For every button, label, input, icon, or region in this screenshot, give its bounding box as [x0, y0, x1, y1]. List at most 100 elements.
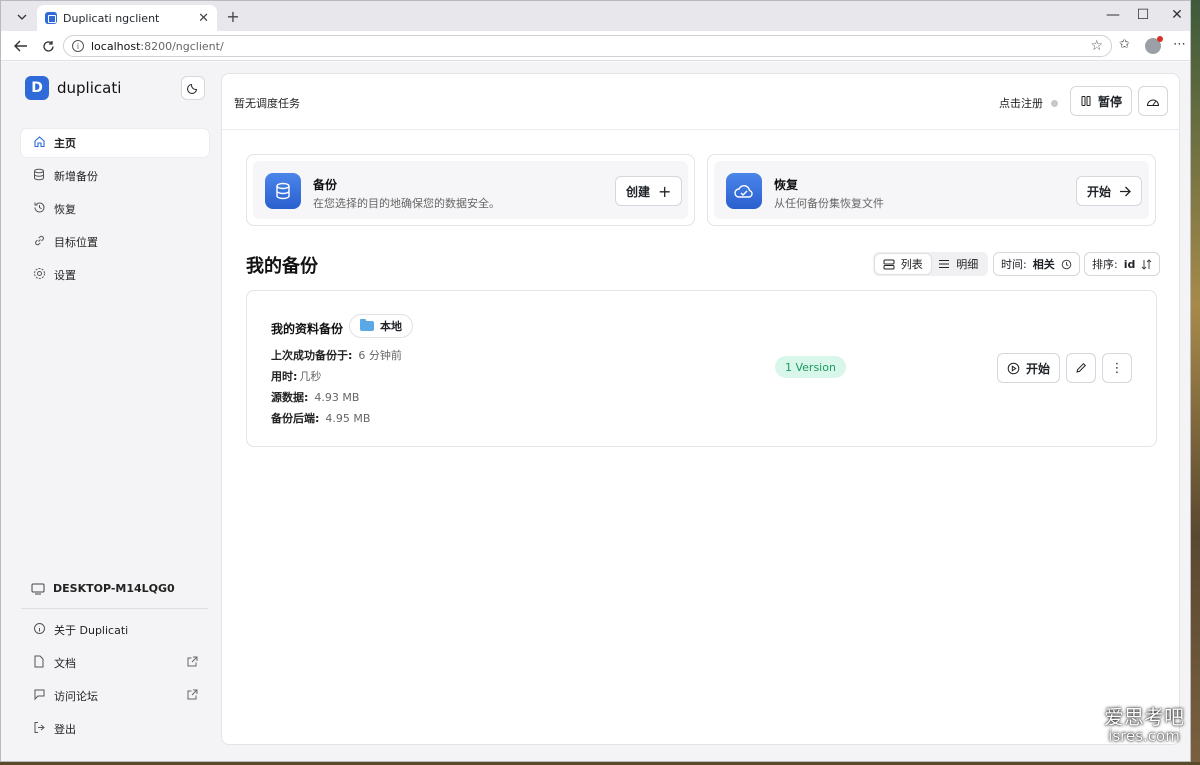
- main-panel: 暂无调度任务 点击注册 暂停 备份 在您选择的目的地确保您的数据安全。 创建 +…: [221, 73, 1180, 745]
- restore-card-body: 恢复 从任何备份集恢复文件 开始: [714, 161, 1149, 219]
- backup-card-title: 备份: [313, 178, 338, 192]
- reload-button[interactable]: [39, 37, 57, 55]
- sidebar-divider: [21, 608, 208, 609]
- moon-icon: [187, 83, 198, 94]
- version-badge: 1 Version: [775, 356, 846, 378]
- last-success-row: 上次成功备份于: 6 分钟前: [271, 347, 402, 363]
- nav-item-label: 访问论坛: [54, 690, 98, 703]
- create-label: 创建: [626, 184, 651, 199]
- nav-item-home[interactable]: 主页: [21, 129, 209, 157]
- nav-item-label: 恢复: [54, 203, 76, 216]
- run-label: 开始: [1025, 361, 1050, 376]
- tab-title: Duplicati ngclient: [63, 11, 160, 25]
- more-menu-icon[interactable]: ⋯: [1173, 37, 1186, 52]
- theme-toggle-button[interactable]: [181, 76, 205, 100]
- nav-item-label: 主页: [54, 137, 76, 150]
- gauge-icon: [1146, 99, 1160, 106]
- nav-item-restore[interactable]: 恢复: [21, 195, 209, 223]
- url-field[interactable]: i localhost:8200/ngclient/ ☆: [63, 35, 1112, 57]
- maximize-icon[interactable]: ☐: [1133, 7, 1153, 23]
- favorite-star-icon[interactable]: ☆: [1090, 38, 1103, 54]
- schedule-status: 暂无调度任务: [234, 97, 300, 110]
- play-circle-icon: [1007, 362, 1020, 374]
- duplicati-favicon-icon: [45, 12, 57, 24]
- watermark-line2: isres.com: [1108, 727, 1180, 745]
- view-detail-label: 明细: [956, 258, 979, 271]
- favorites-icon[interactable]: ✩: [1119, 37, 1130, 52]
- pause-icon: [1081, 96, 1091, 106]
- source-size-label: 源数据:: [271, 391, 309, 404]
- folder-icon: [360, 319, 374, 331]
- external-link-icon: [187, 689, 198, 703]
- nav-item-forum[interactable]: 访问论坛: [21, 682, 209, 710]
- more-vertical-icon: ⋮: [1110, 360, 1124, 376]
- nav-item-add-backup[interactable]: 新增备份: [21, 162, 209, 190]
- sidebar: D duplicati 主页 新增备份 恢复 目标位置 设置 DESKTOP-M…: [1, 62, 220, 761]
- home-icon: [32, 135, 46, 151]
- job-more-button[interactable]: ⋮: [1102, 353, 1132, 383]
- top-bar: 暂无调度任务 点击注册 暂停: [222, 74, 1179, 130]
- nav-item-label: 新增备份: [54, 170, 98, 183]
- view-list-label: 列表: [900, 258, 923, 271]
- address-bar-row: i localhost:8200/ngclient/ ☆ ✩ ⋯: [1, 31, 1190, 61]
- close-window-icon[interactable]: ✕: [1167, 7, 1187, 23]
- arrow-right-icon: [1120, 186, 1131, 196]
- brand-logo[interactable]: D duplicati: [25, 76, 121, 100]
- view-list-button[interactable]: 列表: [875, 254, 931, 274]
- pause-label: 暂停: [1097, 94, 1122, 109]
- device-name: DESKTOP-M14LQG0: [53, 582, 175, 595]
- arrow-left-icon: [14, 40, 27, 52]
- run-backup-button[interactable]: 开始: [997, 353, 1060, 383]
- back-button[interactable]: [12, 37, 30, 55]
- clock-icon: [1061, 259, 1072, 269]
- close-tab-icon[interactable]: ✕: [198, 11, 209, 26]
- pencil-icon: [1076, 362, 1087, 373]
- nav-item-docs[interactable]: 文档: [21, 649, 209, 677]
- restore-card: 恢复 从任何备份集恢复文件 开始: [707, 154, 1156, 226]
- nav-item-about[interactable]: 关于 Duplicati: [21, 616, 209, 644]
- tab-list-button[interactable]: [9, 7, 35, 27]
- destination-label: 本地: [380, 320, 402, 333]
- menu-lines-icon: [939, 260, 950, 268]
- gear-icon: [32, 267, 46, 283]
- tab-strip: Duplicati ngclient ✕ + — ☐ ✕: [1, 1, 1190, 31]
- nav-item-label: 关于 Duplicati: [54, 624, 129, 637]
- edit-job-button[interactable]: [1066, 353, 1096, 383]
- pause-button[interactable]: 暂停: [1070, 86, 1132, 116]
- backend-size-row: 备份后端: 4.95 MB: [271, 410, 370, 426]
- duration-value: 几秒: [299, 370, 322, 383]
- doc-icon: [32, 655, 46, 671]
- sort-button[interactable]: 排序: id: [1084, 252, 1161, 276]
- last-success-value: 6 分钟前: [358, 349, 402, 362]
- start-restore-button[interactable]: 开始: [1076, 176, 1143, 206]
- view-detail-button[interactable]: 明细: [931, 254, 987, 274]
- backup-card: 备份 在您选择的目的地确保您的数据安全。 创建 +: [246, 154, 695, 226]
- start-label: 开始: [1087, 184, 1112, 199]
- desktop-background-edge: [1191, 0, 1200, 765]
- new-tab-button[interactable]: +: [223, 6, 243, 26]
- time-filter-button[interactable]: 时间: 相关: [993, 252, 1080, 276]
- backend-size-value: 4.95 MB: [325, 412, 371, 425]
- profile-avatar[interactable]: [1145, 36, 1163, 54]
- nav-item-label: 登出: [54, 723, 76, 736]
- nav-item-logout[interactable]: 登出: [21, 715, 209, 743]
- site-info-icon[interactable]: i: [72, 40, 84, 52]
- browser-tab[interactable]: Duplicati ngclient ✕: [37, 5, 217, 31]
- nav-item-settings[interactable]: 设置: [21, 261, 209, 289]
- throttle-button[interactable]: [1138, 86, 1168, 116]
- secondary-nav: 关于 Duplicati 文档 访问论坛 登出: [21, 616, 209, 748]
- cloud-check-icon: [726, 173, 762, 209]
- duplicati-app: D duplicati 主页 新增备份 恢复 目标位置 设置 DESKTOP-M…: [1, 62, 1190, 761]
- view-toggle: 列表 明细: [873, 252, 988, 276]
- site-watermark: 爱思考吧 isres.com: [1104, 706, 1184, 744]
- nav-item-destinations[interactable]: 目标位置: [21, 228, 209, 256]
- destination-tag: 本地: [349, 314, 413, 338]
- plus-icon: +: [658, 181, 672, 201]
- nav-item-label: 文档: [54, 657, 76, 670]
- section-title: 我的备份: [246, 256, 318, 277]
- nav-item-label: 目标位置: [54, 236, 98, 249]
- minimize-icon[interactable]: —: [1103, 7, 1123, 23]
- create-backup-button[interactable]: 创建 +: [615, 176, 683, 206]
- url-path: :8200/ngclient/: [140, 39, 224, 53]
- register-link[interactable]: 点击注册: [999, 95, 1058, 111]
